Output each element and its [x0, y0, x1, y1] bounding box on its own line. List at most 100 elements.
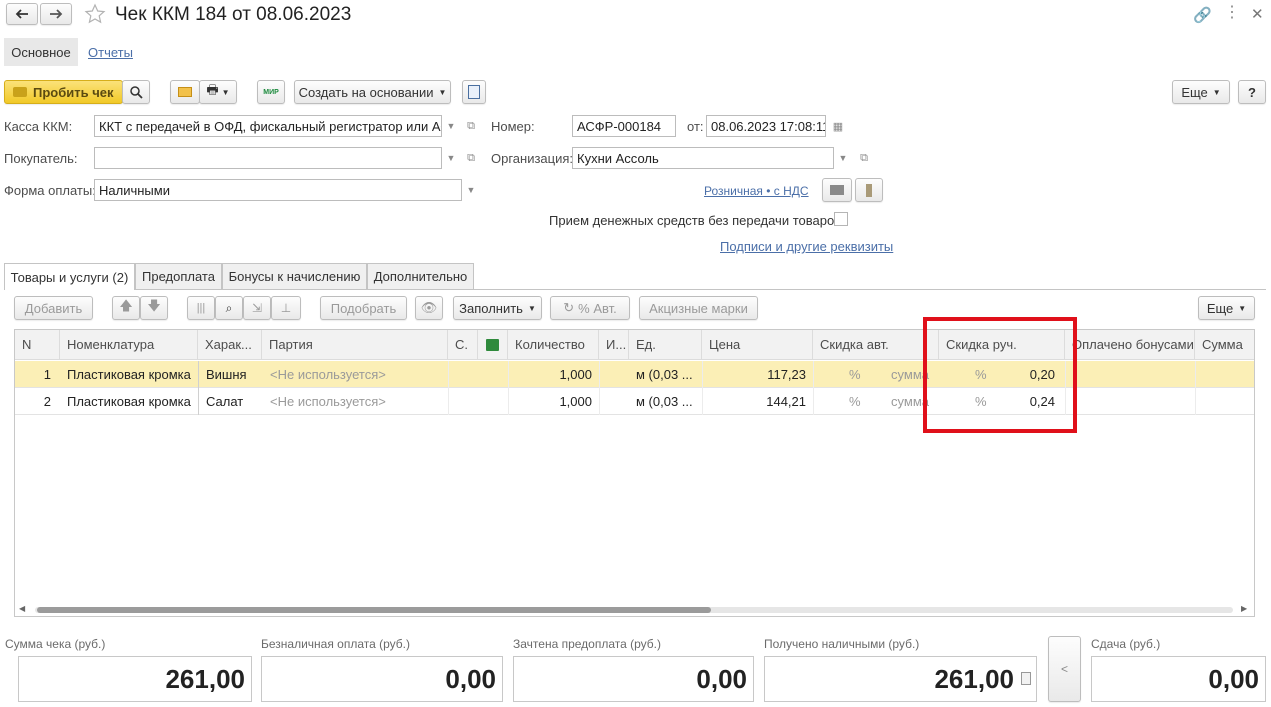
- col-header-s[interactable]: С.: [448, 330, 478, 360]
- col-header-qty[interactable]: Количество: [508, 330, 599, 360]
- tab-main[interactable]: Основное: [4, 38, 78, 66]
- tab-prepayment[interactable]: Предоплата: [135, 263, 222, 289]
- cell-price: 117,23: [767, 367, 806, 382]
- card-payment-button[interactable]: [822, 178, 852, 202]
- col-header-i[interactable]: И...: [599, 330, 629, 360]
- fill-button[interactable]: Заполнить ▼: [453, 296, 542, 320]
- cell-char: Вишня: [206, 367, 247, 382]
- reports-link[interactable]: Отчеты: [88, 45, 133, 60]
- split-button[interactable]: ⇲: [243, 296, 271, 320]
- org-dropdown-icon[interactable]: ▼: [834, 147, 852, 169]
- col-header-unit[interactable]: Ед.: [629, 330, 702, 360]
- pick-button[interactable]: Подобрать: [320, 296, 407, 320]
- table-more-label: Еще: [1206, 300, 1234, 316]
- org-open-icon[interactable]: ⧉: [855, 147, 873, 169]
- cell-n: 2: [43, 394, 51, 409]
- buyer-open-icon[interactable]: ⧉: [462, 147, 480, 169]
- scroll-right-icon[interactable]: ▶: [1241, 604, 1247, 613]
- mir-card-button[interactable]: МИР: [257, 80, 285, 104]
- barcode-button[interactable]: |||: [187, 296, 215, 320]
- arrow-left-icon: [15, 9, 28, 19]
- scanner-icon: ⌕: [225, 300, 233, 315]
- price-type-link[interactable]: Розничная • с НДС: [704, 184, 809, 198]
- chevron-down-icon: ▼: [221, 87, 230, 97]
- col-divider: [599, 361, 600, 415]
- col-header-sum[interactable]: Сумма: [1195, 330, 1254, 360]
- payform-field[interactable]: Наличными: [94, 179, 462, 201]
- close-icon[interactable]: ✕: [1251, 5, 1264, 23]
- buyer-field[interactable]: [94, 147, 442, 169]
- view-button[interactable]: 👁: [415, 296, 443, 320]
- highlight-box: [923, 317, 1077, 433]
- calendar-icon[interactable]: ▦: [829, 115, 847, 137]
- auto-percent-label: % Авт.: [578, 300, 617, 316]
- col-header-bonus[interactable]: Оплачено бонусами: [1065, 330, 1195, 360]
- cell-unit: м (0,03 ...: [636, 394, 693, 409]
- arrow-down-icon: 🡇: [147, 298, 161, 313]
- split-icon: ⇲: [251, 301, 263, 315]
- calculator-icon[interactable]: [1021, 672, 1031, 685]
- excise-button[interactable]: Акцизные марки: [639, 296, 758, 320]
- menu-dots-icon[interactable]: ⋮: [1224, 2, 1240, 22]
- favorite-star-icon[interactable]: [84, 3, 106, 25]
- date-label: от:: [687, 119, 704, 134]
- more-button[interactable]: Еще ▼: [1172, 80, 1230, 104]
- date-field[interactable]: 08.06.2023 17:08:11: [706, 115, 826, 137]
- col-header-batch[interactable]: Партия: [262, 330, 448, 360]
- number-label: Номер:: [491, 119, 535, 134]
- auto-percent-button[interactable]: ↻% Авт.: [550, 296, 630, 320]
- kassa-field[interactable]: ККТ с передачей в ОФД, фискальный регист…: [94, 115, 442, 137]
- col-header-auto-discount[interactable]: Скидка авт.: [813, 330, 939, 360]
- buyer-label: Покупатель:: [4, 151, 78, 166]
- col-divider: [448, 361, 449, 415]
- create-based-button[interactable]: Создать на основании ▼: [294, 80, 451, 104]
- add-button[interactable]: Добавить: [14, 296, 93, 320]
- scroll-left-icon[interactable]: ◀: [19, 604, 25, 613]
- search-preview-button[interactable]: [122, 80, 150, 104]
- cashless-field[interactable]: 0,00: [261, 656, 503, 702]
- move-down-button[interactable]: 🡇: [140, 296, 168, 320]
- signatures-link[interactable]: Подписи и другие реквизиты: [720, 239, 893, 254]
- link-icon[interactable]: 🔗: [1193, 6, 1212, 24]
- back-button[interactable]: [6, 3, 38, 25]
- money-receipt-checkbox[interactable]: [834, 212, 848, 226]
- stamp-icon: ⊥: [280, 301, 292, 315]
- buyer-dropdown-icon[interactable]: ▼: [442, 147, 460, 169]
- stamp-button[interactable]: ⊥: [271, 296, 301, 320]
- tab-additional[interactable]: Дополнительно: [367, 263, 474, 289]
- magnifier-icon: [130, 86, 143, 99]
- col-divider: [198, 361, 199, 415]
- table-more-button[interactable]: Еще ▼: [1198, 296, 1255, 320]
- print-button[interactable]: 🖶 ▼: [199, 80, 237, 104]
- col-header-item[interactable]: Номенклатура: [60, 330, 198, 360]
- arrow-up-icon: 🡅: [119, 298, 133, 313]
- cash-payment-button[interactable]: [855, 178, 883, 202]
- col-header-n[interactable]: N: [15, 330, 60, 360]
- org-field[interactable]: Кухни Ассоль: [572, 147, 834, 169]
- tab-goods[interactable]: Товары и услуги (2): [4, 263, 135, 290]
- cell-batch: <Не используется>: [270, 394, 386, 409]
- scan-button[interactable]: ⌕: [215, 296, 243, 320]
- tab-bonuses[interactable]: Бонусы к начислению: [222, 263, 367, 289]
- kassa-dropdown-icon[interactable]: ▼: [442, 115, 460, 137]
- forward-button[interactable]: [40, 3, 72, 25]
- cash-field[interactable]: 261,00: [764, 656, 1037, 702]
- col-header-mark[interactable]: [478, 330, 508, 360]
- sum-value: 261,00: [18, 656, 252, 702]
- punch-check-button[interactable]: Пробить чек: [4, 80, 123, 104]
- printer-icon: 🖶: [206, 82, 219, 97]
- structure-button[interactable]: [462, 80, 486, 104]
- col-header-char[interactable]: Харак...: [198, 330, 262, 360]
- cell-batch: <Не используется>: [270, 367, 386, 382]
- number-field[interactable]: АСФР-000184: [572, 115, 676, 137]
- payform-dropdown-icon[interactable]: ▼: [462, 179, 480, 201]
- col-header-price[interactable]: Цена: [702, 330, 813, 360]
- move-up-button[interactable]: 🡅: [112, 296, 140, 320]
- horizontal-scrollbar-thumb[interactable]: [37, 607, 711, 613]
- help-button[interactable]: ?: [1238, 80, 1266, 104]
- apply-change-button[interactable]: <: [1048, 636, 1081, 702]
- cash-label: Получено наличными (руб.): [764, 637, 920, 651]
- cashless-label: Безналичная оплата (руб.): [261, 637, 411, 651]
- kassa-open-icon[interactable]: ⧉: [462, 115, 480, 137]
- email-button[interactable]: [170, 80, 200, 104]
